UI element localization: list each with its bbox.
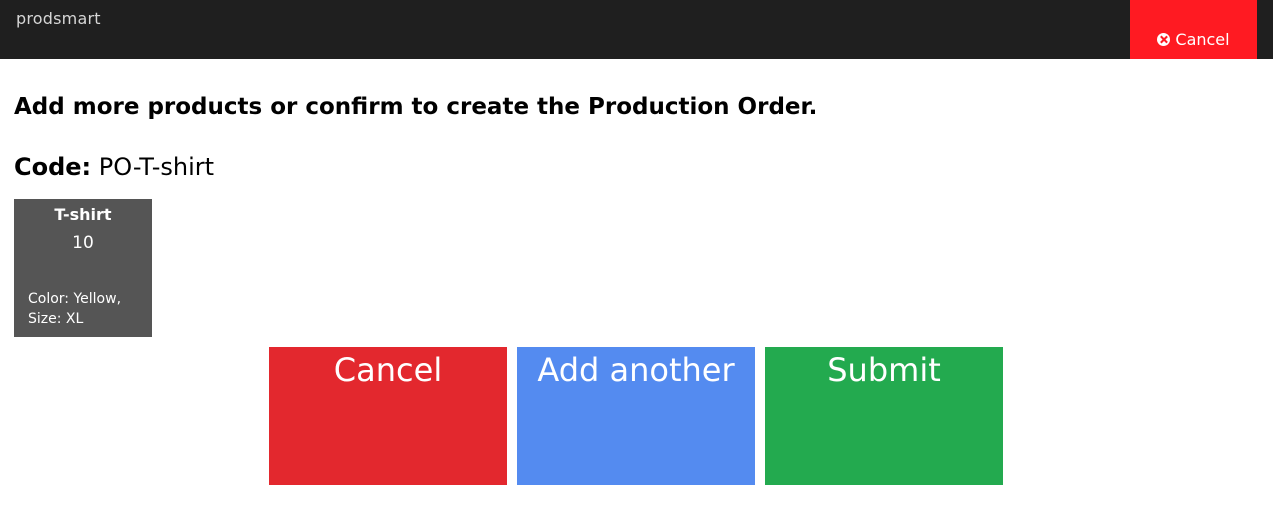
header-cancel-button[interactable]: Cancel [1130, 0, 1257, 59]
product-quantity: 10 [72, 233, 94, 253]
add-another-button[interactable]: Add another [517, 347, 755, 485]
page-heading: Add more products or confirm to create t… [14, 94, 818, 120]
code-label: Code: [14, 153, 92, 181]
product-attribute-color: Color: Yellow, [28, 291, 122, 307]
top-bar: prodsmart Cancel [0, 0, 1273, 59]
brand-logo: prodsmart [16, 9, 101, 28]
submit-button[interactable]: Submit [765, 347, 1003, 485]
code-value: PO-T-shirt [98, 153, 215, 181]
cancel-button[interactable]: Cancel [269, 347, 507, 485]
product-card[interactable]: T-shirt 10 Color: Yellow, Size: XL [14, 199, 152, 337]
product-attributes: Color: Yellow, Size: XL [28, 289, 148, 329]
close-circle-icon [1157, 32, 1171, 46]
header-cancel-label: Cancel [1175, 29, 1230, 49]
order-code: Code: PO-T-shirt [14, 153, 214, 181]
product-attribute-size: Size: XL [28, 311, 84, 327]
product-name: T-shirt [54, 205, 112, 224]
